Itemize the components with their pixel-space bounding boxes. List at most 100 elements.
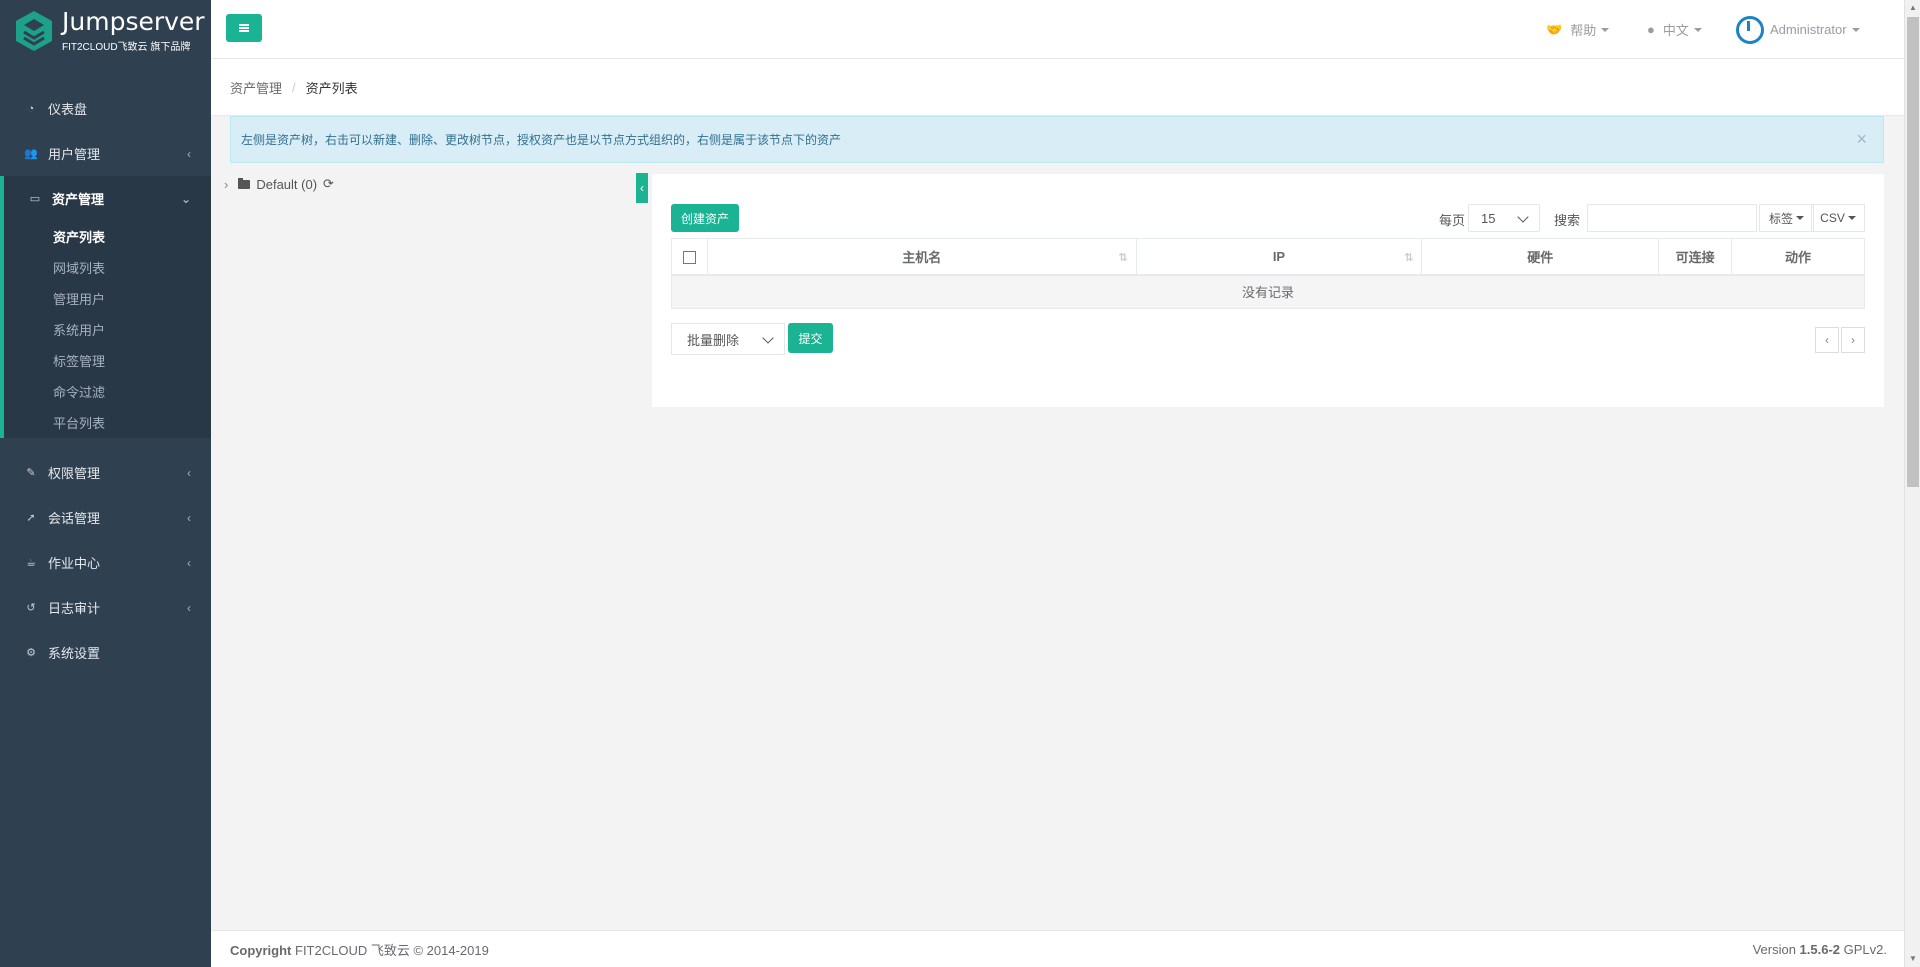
copyright-text: FIT2CLOUD 飞致云 © 2014-2019 <box>291 942 489 958</box>
column-header-hardware: 硬件 <box>1421 238 1660 276</box>
rocket-icon: ➚ <box>26 512 36 524</box>
caret-down-icon <box>1693 27 1702 32</box>
breadcrumb-current: 资产列表 <box>305 80 358 96</box>
prev-page-button[interactable]: ‹ <box>1815 327 1839 353</box>
language-label: 中文 <box>1662 23 1689 38</box>
batch-action-select[interactable]: 批量删除 <box>671 323 785 355</box>
alert-text: 左侧是资产树，右击可以新建、删除、更改树节点，授权资产也是以节点方式组织的，右侧… <box>241 133 842 147</box>
batch-action-value: 批量删除 <box>687 332 740 348</box>
users-icon: 👥 <box>24 148 38 160</box>
column-header-label: 可连接 <box>1675 249 1715 265</box>
sidebar-item-jobs[interactable]: ☕ 作业中心 ‹ <box>0 540 211 585</box>
scrollbar-thumb[interactable] <box>1907 17 1919 487</box>
column-header-hostname[interactable]: 主机名 ⇅ <box>706 238 1137 276</box>
footer: Copyright FIT2CLOUD 飞致云 © 2014-2019 Vers… <box>211 930 1904 967</box>
sidebar-item-sessions[interactable]: ➚ 会话管理 ‹ <box>0 495 211 540</box>
scroll-up-arrow-icon[interactable]: ▲ <box>1905 0 1920 16</box>
sidebar-item-users[interactable]: 👥 用户管理 ‹ <box>0 131 211 176</box>
sidebar-item-perms[interactable]: ✎ 权限管理 ‹ <box>0 450 211 495</box>
search-input[interactable] <box>1587 204 1757 232</box>
caret-down-icon <box>1851 27 1860 32</box>
copyright-bold: Copyright <box>230 942 292 958</box>
submit-button[interactable]: 提交 <box>788 323 833 353</box>
next-page-button[interactable]: › <box>1841 327 1865 353</box>
page-scrollbar[interactable]: ▲ ▼ <box>1904 0 1920 967</box>
column-header-label: 主机名 <box>902 249 942 265</box>
version-prefix: Version <box>1752 941 1800 957</box>
version-info: Version 1.5.6-2 GPLv2. <box>1753 942 1887 957</box>
tag-filter-button[interactable]: 标签 <box>1759 204 1814 232</box>
sidebar-subitem-platform-list[interactable]: 平台列表 <box>4 407 211 438</box>
sort-icon: ⇅ <box>1404 252 1414 264</box>
version-number: 1.5.6-2 <box>1799 941 1841 957</box>
chevron-left-icon: ‹ <box>187 510 191 525</box>
table-row: 没有记录 <box>671 274 1865 309</box>
select-all-header <box>671 238 708 276</box>
column-header-ip[interactable]: IP ⇅ <box>1135 238 1423 276</box>
version-license: GPLv2. <box>1840 941 1887 957</box>
language-menu[interactable]: ● 中文 <box>1647 0 1702 59</box>
column-header-label: 动作 <box>1785 249 1812 265</box>
sidebar-subitem-admin-user[interactable]: 管理用户 <box>4 283 211 314</box>
create-asset-button[interactable]: 创建资产 <box>671 204 739 232</box>
sidebar-item-label: 会话管理 <box>48 511 101 526</box>
cogs-icon: ⚙ <box>26 647 36 659</box>
user-menu[interactable]: Administrator <box>1736 0 1860 59</box>
breadcrumb-separator: / <box>292 79 296 95</box>
search-label: 搜索 <box>1554 213 1581 228</box>
jumpserver-logo-icon <box>16 11 52 51</box>
sidebar-subitem-cmd-filter[interactable]: 命令过滤 <box>4 376 211 407</box>
select-all-checkbox[interactable] <box>682 250 696 264</box>
breadcrumb-parent[interactable]: 资产管理 <box>230 78 282 97</box>
edit-icon: ✎ <box>26 467 36 479</box>
column-header-label: IP <box>1272 248 1286 264</box>
help-menu[interactable]: 🤝 帮助 <box>1546 0 1610 59</box>
scroll-down-arrow-icon[interactable]: ▼ <box>1905 951 1920 967</box>
sidebar-item-dashboard[interactable]: ◔ 仪表盘 <box>0 86 211 131</box>
sidebar-item-assets[interactable]: ▭ 资产管理 ⌄ <box>4 176 211 221</box>
sidebar-item-label: 作业中心 <box>48 556 101 571</box>
column-header-actions: 动作 <box>1731 238 1865 276</box>
sidebar-item-settings[interactable]: ⚙ 系统设置 <box>0 630 211 675</box>
chevron-left-icon: ‹ <box>187 600 191 615</box>
table-header-row: 主机名 ⇅ IP ⇅ 硬件 可连接 动作 <box>671 238 1865 276</box>
menu-toggle-button[interactable] <box>226 14 262 42</box>
tag-label: 标签 <box>1768 211 1793 226</box>
asset-table: 主机名 ⇅ IP ⇅ 硬件 可连接 动作 没有记录 <box>671 238 1865 309</box>
topbar: 🤝 帮助 ● 中文 Administrator <box>211 0 1904 59</box>
perpage-select[interactable]: 15 <box>1468 204 1540 232</box>
copyright: Copyright FIT2CLOUD 飞致云 © 2014-2019 <box>230 940 489 959</box>
logo-subtitle: FIT2CLOUD飞致云 旗下品牌 <box>62 42 191 53</box>
chevron-down-icon <box>1517 211 1529 223</box>
sidebar: Jumpserver FIT2CLOUD飞致云 旗下品牌 ◔ 仪表盘 👥 用户管… <box>0 0 211 967</box>
sidebar-subitem-asset-list[interactable]: 资产列表 <box>4 221 211 252</box>
sidebar-subitem-system-user[interactable]: 系统用户 <box>4 314 211 345</box>
menu-icon <box>239 27 249 29</box>
sidebar-subitem-label-manage[interactable]: 标签管理 <box>4 345 211 376</box>
refresh-icon[interactable]: ⟳ <box>323 176 334 192</box>
expand-arrow-icon[interactable]: › <box>224 177 228 192</box>
perpage-value: 15 <box>1481 210 1496 226</box>
coffee-icon: ☕ <box>26 557 36 569</box>
collapse-tree-button[interactable]: ‹ <box>636 173 648 203</box>
sidebar-item-audits[interactable]: ↺ 日志审计 ‹ <box>0 585 211 630</box>
user-name: Administrator <box>1770 22 1847 37</box>
history-icon: ↺ <box>26 602 36 614</box>
column-header-connectivity: 可连接 <box>1658 238 1733 276</box>
csv-label: CSV <box>1820 211 1845 225</box>
sidebar-item-label: 用户管理 <box>48 147 101 162</box>
sidebar-item-label: 资产管理 <box>52 192 105 207</box>
csv-export-button[interactable]: CSV <box>1811 204 1865 232</box>
chevron-down-icon: ⌄ <box>180 191 191 206</box>
caret-down-icon <box>1847 216 1856 220</box>
caret-down-icon <box>1796 216 1804 220</box>
dashboard-icon: ◔ <box>27 102 35 115</box>
logo[interactable]: Jumpserver FIT2CLOUD飞致云 旗下品牌 <box>0 0 211 62</box>
close-icon[interactable]: × <box>1856 129 1867 150</box>
avatar <box>1736 15 1764 44</box>
sidebar-item-label: 仪表盘 <box>48 102 88 117</box>
tree-node-default[interactable]: Default (0) <box>256 177 317 192</box>
empty-message: 没有记录 <box>671 274 1865 309</box>
info-alert: 左侧是资产树，右击可以新建、删除、更改树节点，授权资产也是以节点方式组织的，右侧… <box>230 116 1884 163</box>
sidebar-subitem-domain-list[interactable]: 网域列表 <box>4 252 211 283</box>
